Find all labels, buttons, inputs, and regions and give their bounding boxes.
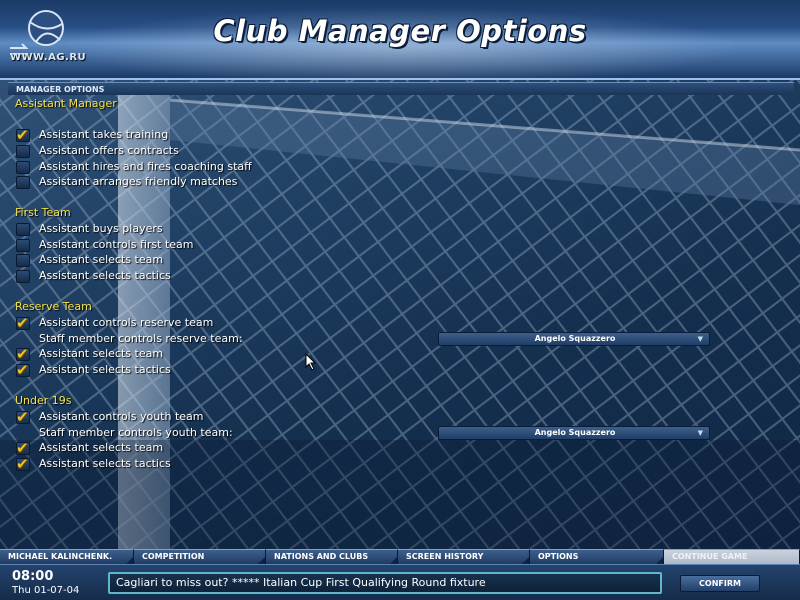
tab-nations-and-clubs[interactable]: NATIONS AND CLUBS [266,549,398,564]
tab-corner [126,557,133,564]
checkbox[interactable]: ✔ [16,270,30,283]
checkbox[interactable]: ✔ [16,161,30,174]
game-time: 08:00 [12,569,54,584]
option-label: Assistant buys players [39,222,163,235]
checkbox[interactable]: ✔ [16,314,30,332]
tab-corner [258,557,265,564]
page-title: Club Manager Options [213,14,587,48]
option-label: Assistant controls reserve team [39,316,214,329]
youth-staff-label: Staff member controls youth team: [39,426,233,439]
tab-screen-history[interactable]: SCREEN HISTORY [398,549,530,564]
section-label: MANAGER OPTIONS [16,85,105,94]
option-label: Assistant selects tactics [39,269,171,282]
tab-label: MICHAEL KALINCHENK. [8,552,113,561]
section-bar: MANAGER OPTIONS [8,82,794,95]
logo-text: WWW.AG.RU [10,52,87,63]
checkbox[interactable]: ✔ [16,223,30,236]
option-label: Assistant selects tactics [39,363,171,376]
group-heading-assistant-manager: Assistant Manager [15,97,117,110]
game-date: Thu 01-07-04 [12,585,80,596]
checkmark-icon: ✔ [16,361,29,379]
tab-continue-game[interactable]: CONTINUE GAME [664,549,800,564]
checkbox[interactable]: ✔ [16,345,30,363]
mouse-pointer-icon [305,352,317,375]
reserve-staff-dropdown[interactable]: Angelo Squazzero ▼ [438,332,710,346]
option-label: Assistant offers contracts [39,144,179,157]
dropdown-value: Angelo Squazzero [534,334,616,343]
checkmark-icon: ✔ [16,314,29,332]
option-label: Assistant selects team [39,441,164,454]
chevron-down-icon: ▼ [697,335,703,343]
tab-label: COMPETITION [142,552,205,561]
option-label: Assistant arranges friendly matches [39,175,238,188]
checkbox[interactable]: ✔ [16,408,30,426]
checkbox[interactable]: ✔ [16,176,30,189]
checkbox[interactable]: ✔ [16,361,30,379]
checkmark-icon: ✔ [16,126,29,144]
dropdown-value: Angelo Squazzero [534,428,616,437]
checkbox[interactable]: ✔ [16,145,30,158]
group-heading-reserve-team: Reserve Team [15,300,92,313]
option-label: Assistant hires and fires coaching staff [39,160,252,173]
header-bar: WWW.AG.RU Club Manager Options [0,0,800,80]
tab-label: NATIONS AND CLUBS [274,552,369,561]
checkbox[interactable]: ✔ [16,254,30,267]
tab-corner [390,557,397,564]
group-heading-under-19s: Under 19s [15,394,72,407]
bottom-tab-bar: MICHAEL KALINCHENK. COMPETITION NATIONS … [0,549,800,564]
tab-label: CONTINUE GAME [672,552,748,561]
checkmark-icon: ✔ [16,408,29,426]
youth-staff-dropdown[interactable]: Angelo Squazzero ▼ [438,426,710,440]
tab-label: SCREEN HISTORY [406,552,484,561]
checkbox[interactable]: ✔ [16,455,30,473]
status-bar: 08:00 Thu 01-07-04 Cagliari to miss out?… [0,564,800,600]
checkbox[interactable]: ✔ [16,239,30,252]
tab-manager[interactable]: MICHAEL KALINCHENK. [0,549,134,564]
checkbox[interactable]: ✔ [16,126,30,144]
option-label: Assistant takes training [39,128,169,141]
option-label: Assistant controls youth team [39,410,204,423]
checkmark-icon: ✔ [16,455,29,473]
option-label: Assistant controls first team [39,238,194,251]
option-label: Assistant selects team [39,253,164,266]
option-label: Assistant selects tactics [39,457,171,470]
tab-options[interactable]: OPTIONS [530,549,664,564]
option-label: Assistant selects team [39,347,164,360]
tab-corner [522,557,529,564]
tab-label: OPTIONS [538,552,579,561]
reserve-staff-label: Staff member controls reserve team: [39,332,243,345]
news-ticker[interactable]: Cagliari to miss out? ***** Italian Cup … [108,572,662,594]
tab-corner [656,557,663,564]
group-heading-first-team: First Team [15,206,71,219]
tab-competition[interactable]: COMPETITION [134,549,266,564]
confirm-button[interactable]: CONFIRM [680,575,760,592]
news-ticker-text: Cagliari to miss out? ***** Italian Cup … [116,576,486,589]
chevron-down-icon: ▼ [697,429,703,437]
checkbox[interactable]: ✔ [16,439,30,457]
